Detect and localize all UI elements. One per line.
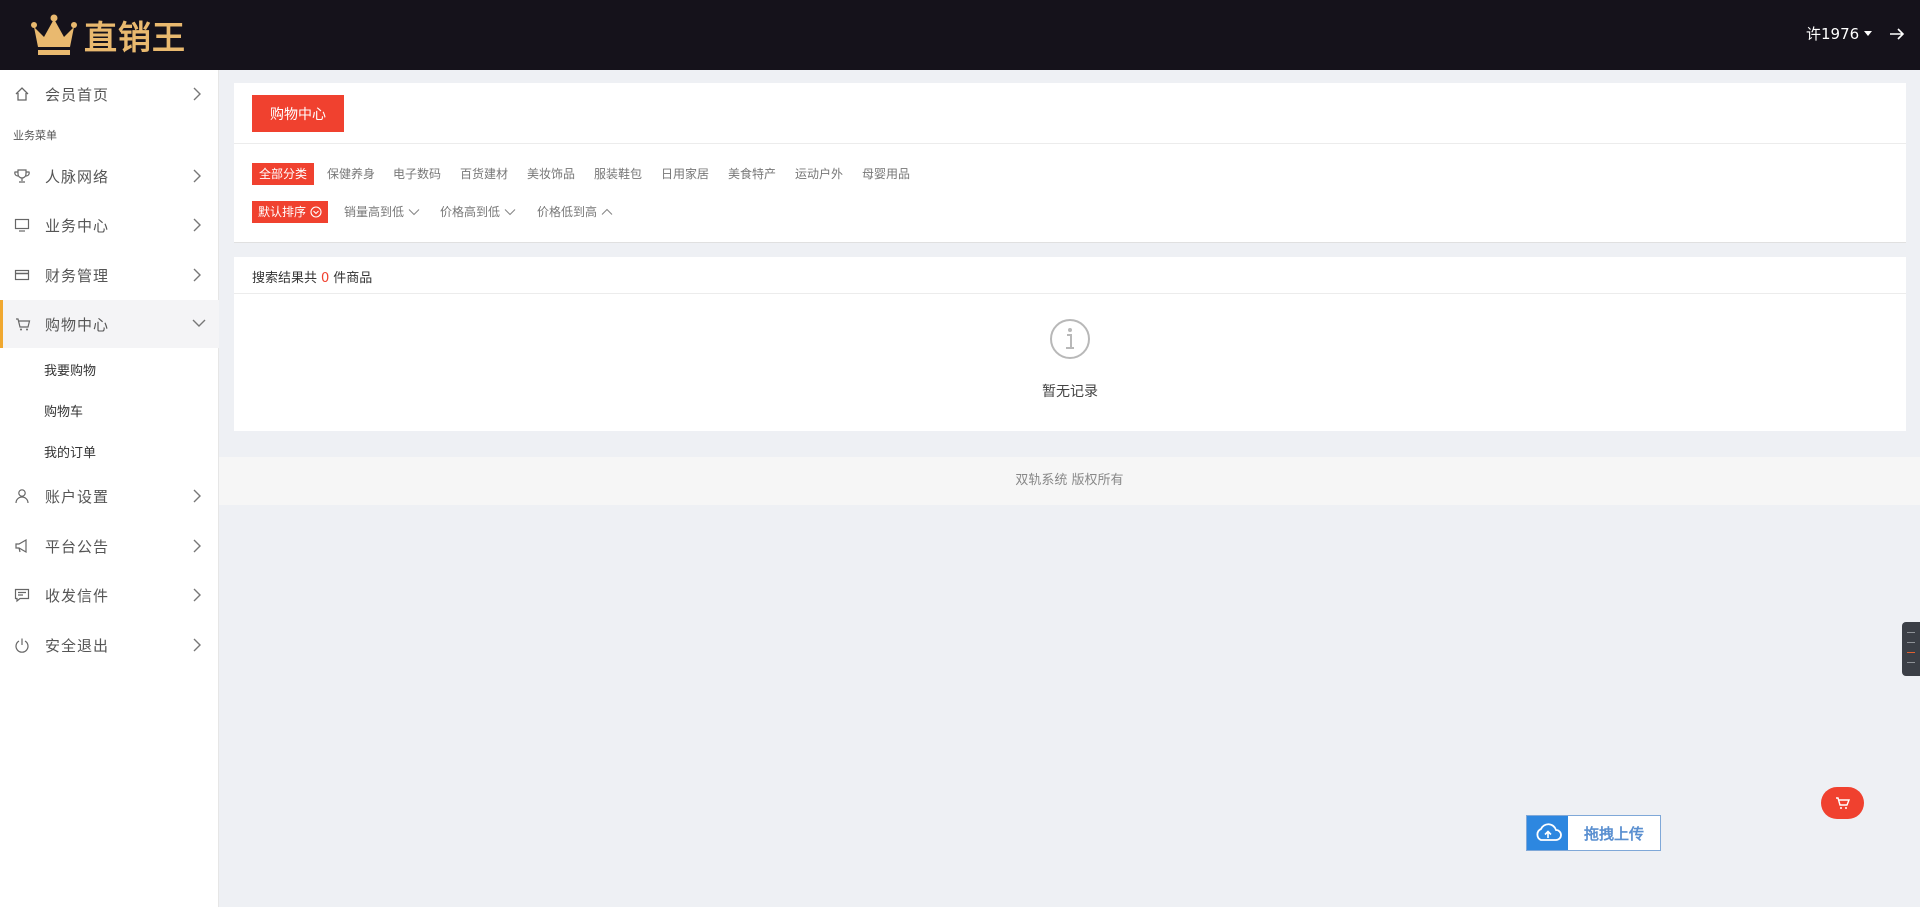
chevron-down-icon [408,209,420,216]
username: 许1976 [1806,25,1860,43]
upload-icon-box [1527,816,1568,850]
home-icon [15,87,29,101]
empty-state-text: 暂无记录 [1042,384,1098,400]
sidebar-item-label: 业务中心 [45,216,110,235]
chevron-right-icon [193,87,201,101]
category-all[interactable]: 全部分类 [252,163,315,185]
brand-name: 直销王 [84,18,186,57]
chevron-down-icon [504,209,516,216]
category-item[interactable]: 服装鞋包 [594,163,642,185]
sort-default[interactable]: 默认排序 [252,201,329,223]
circle-chevron-down-icon [310,206,322,218]
cart-icon [16,318,31,331]
cloud-upload-icon [1536,823,1562,841]
chevron-right-icon [193,539,201,553]
chevron-right-icon [193,169,201,183]
category-item[interactable]: 日用家居 [661,163,709,185]
divider [234,143,1906,144]
side-drawer-handle[interactable] [1902,622,1920,676]
sidebar-item-home[interactable]: 会员首页 [0,70,219,118]
category-item[interactable]: 母婴用品 [862,163,910,185]
sort-sales-desc[interactable]: 销量高到低 [344,201,420,223]
sidebar-item-label: 平台公告 [45,537,110,556]
result-summary: 搜索结果共 0 件商品 [252,267,372,286]
footer: 双轨系统 版权所有 [219,457,1920,505]
cart-icon [1835,797,1850,809]
filter-panel: 购物中心 全部分类 保健养身 电子数码 百货建材 美妆饰品 服装鞋包 日用家居 … [234,83,1906,243]
chevron-right-icon [193,588,201,602]
info-icon [1050,319,1090,359]
sidebar-item-network[interactable]: 人脉网络 [0,152,219,200]
divider [234,293,1906,294]
result-prefix: 搜索结果共 [252,271,318,286]
sidebar-item-label: 财务管理 [45,266,110,285]
sidebar-item-label: 账户设置 [45,487,110,506]
category-item[interactable]: 电子数码 [393,163,441,185]
brand-logo[interactable]: 直销王 [30,12,186,58]
sidebar-item-label: 安全退出 [45,636,110,655]
sidebar-item-label: 人脉网络 [45,167,110,186]
sidebar-item-announcement[interactable]: 平台公告 [0,522,219,570]
sidebar-item-label: 购物中心 [45,315,110,334]
card-icon [14,269,30,281]
crown-icon [31,14,77,55]
chevron-right-icon [193,268,201,282]
sidebar-item-finance[interactable]: 财务管理 [0,251,219,299]
upload-label: 拖拽上传 [1583,824,1644,843]
top-bar: 直销王 许1976 [0,0,1920,70]
drag-upload-widget[interactable]: 拖拽上传 [1526,815,1661,851]
user-icon [15,489,29,504]
sort-label: 销量高到低 [344,205,405,219]
category-item[interactable]: 美妆饰品 [527,163,575,185]
results-panel: 搜索结果共 0 件商品 暂无记录 [234,257,1906,431]
monitor-icon [14,218,30,232]
chevron-right-icon [193,638,201,652]
submenu-item-cart[interactable]: 购物车 [44,401,83,420]
tab-shopping-center[interactable]: 购物中心 [252,95,344,132]
megaphone-icon [15,538,27,554]
chevron-down-icon [192,319,206,327]
sidebar: 会员首页 业务菜单 人脉网络 业务中心 财务管理 购物中心 我要购物 购物车 我… [0,70,219,907]
sidebar-item-label: 收发信件 [45,586,110,605]
submenu-item-orders[interactable]: 我的订单 [44,442,96,461]
result-suffix: 件商品 [333,271,373,286]
sidebar-item-label: 会员首页 [45,85,110,104]
handle-line [1907,652,1915,653]
logout-arrow-icon[interactable] [1888,24,1906,44]
sort-price-desc[interactable]: 价格高到低 [440,201,516,223]
chevron-right-icon [193,489,201,503]
power-icon [15,638,29,653]
section-label: 业务菜单 [13,129,57,142]
result-count: 0 [321,271,330,286]
sidebar-item-shopping[interactable]: 购物中心 [0,300,219,348]
sidebar-item-logout[interactable]: 安全退出 [0,621,219,669]
category-item[interactable]: 保健养身 [327,163,375,185]
category-item[interactable]: 百货建材 [460,163,508,185]
sort-label: 价格低到高 [537,205,598,219]
handle-line [1907,632,1915,633]
sidebar-item-business[interactable]: 业务中心 [0,201,219,249]
caret-down-icon [1864,31,1873,36]
sort-label: 价格高到低 [440,205,501,219]
sidebar-item-account[interactable]: 账户设置 [0,472,219,520]
sort-label: 默认排序 [258,205,307,219]
handle-line [1907,642,1915,643]
sort-price-asc[interactable]: 价格低到高 [537,201,613,223]
chevron-up-icon [601,208,613,215]
sidebar-item-messages[interactable]: 收发信件 [0,571,219,619]
message-icon [14,588,30,603]
floating-cart-button[interactable] [1821,787,1864,819]
chevron-right-icon [193,218,201,232]
category-item[interactable]: 运动户外 [795,163,843,185]
handle-line [1907,662,1915,663]
trophy-icon [14,169,30,183]
category-item[interactable]: 美食特产 [728,163,776,185]
submenu-item-shop[interactable]: 我要购物 [44,360,96,379]
user-dropdown[interactable]: 许1976 [1806,23,1873,44]
